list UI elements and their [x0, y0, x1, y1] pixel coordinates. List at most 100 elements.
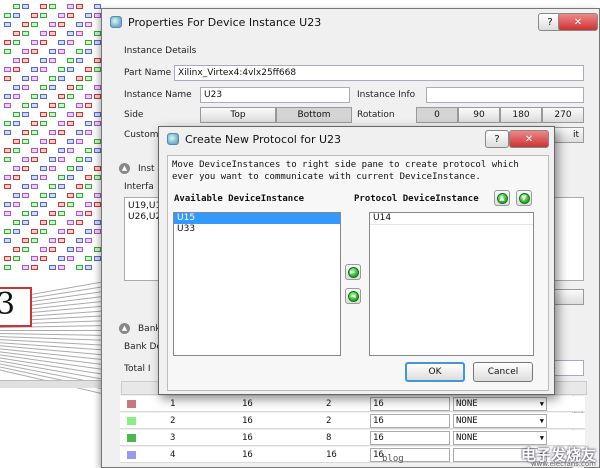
rotation-270-button[interactable]: 270: [542, 107, 584, 123]
side-top-button[interactable]: Top: [200, 107, 276, 123]
instance-info-label: Instance Info: [357, 90, 416, 100]
schematic-pin: [4, 22, 11, 27]
properties-titlebar[interactable]: Properties For Device Instance U23: [102, 9, 599, 35]
properties-title: Properties For Device Instance U23: [128, 15, 322, 29]
schematic-pin: [22, 211, 29, 216]
create-close-button[interactable]: ✕: [509, 130, 549, 148]
schematic-pin: [4, 238, 11, 243]
schematic-pin: [4, 13, 11, 18]
available-instance-list[interactable]: U15 U33: [173, 212, 341, 356]
bank-color-swatch[interactable]: [127, 434, 136, 442]
rotation-90-button[interactable]: 90: [458, 107, 500, 123]
instance-info-field[interactable]: [426, 87, 584, 103]
side-label: Side: [124, 110, 144, 120]
schematic-pin: [13, 13, 20, 18]
bank-table-row[interactable]: 3 16 8 16 NONE ▼: [120, 430, 585, 446]
schematic-pin: [13, 40, 20, 45]
schematic-canvas[interactable]: 3: [0, 0, 108, 468]
available-instance-item[interactable]: U15: [174, 213, 340, 224]
schematic-pin: [76, 112, 83, 117]
move-right-button[interactable]: ►: [345, 264, 361, 280]
schematic-pin: [94, 256, 101, 261]
arrow-up-icon: ▲: [496, 192, 508, 204]
bank-spin-field[interactable]: 16: [370, 397, 450, 411]
arrow-right-icon: ►: [347, 266, 359, 278]
schematic-pin: [58, 238, 65, 243]
schematic-pin: [49, 22, 56, 27]
bank-standard-combo[interactable]: NONE ▼: [453, 414, 547, 428]
rotation-180-button[interactable]: 180: [500, 107, 542, 123]
bank-table-row[interactable]: 4 16 16 16 ▼: [120, 447, 585, 463]
move-left-button[interactable]: ◄: [345, 288, 361, 304]
schematic-pin: [4, 229, 11, 234]
schematic-pin: [22, 220, 29, 225]
side-bottom-button[interactable]: Bottom: [276, 107, 352, 123]
schematic-pin: [49, 220, 56, 225]
schematic-pin: [13, 58, 20, 63]
schematic-pin: [58, 40, 65, 45]
ok-button[interactable]: OK: [405, 362, 465, 382]
bank-standard-combo[interactable]: NONE ▼: [453, 397, 547, 411]
schematic-pin: [94, 67, 101, 72]
schematic-pin: [31, 202, 38, 207]
protocol-instance-item[interactable]: U14: [370, 213, 533, 224]
protocol-instance-list[interactable]: U14: [369, 212, 534, 356]
schematic-pin: [67, 247, 74, 252]
move-up-button[interactable]: ▲: [494, 190, 510, 206]
bank-spin-field[interactable]: 16: [370, 414, 450, 428]
schematic-pin: [22, 157, 29, 162]
schematic-pin: [22, 4, 29, 9]
schematic-pin: [85, 211, 92, 216]
schematic-pin: [13, 166, 20, 171]
bank-table-row[interactable]: 1 16 2 16 NONE ▼: [120, 396, 585, 412]
bank-collapse-icon[interactable]: ▲: [119, 323, 130, 334]
interfaces-collapse-icon[interactable]: ▲: [119, 163, 130, 174]
schematic-pin: [22, 166, 29, 171]
bank-standard-combo[interactable]: NONE ▼: [453, 431, 547, 445]
bank-table-row[interactable]: 2 16 2 16 NONE ▼: [120, 413, 585, 429]
schematic-pin: [58, 49, 65, 54]
schematic-pin: [49, 58, 56, 63]
schematic-pin: [22, 22, 29, 27]
bank-color-swatch[interactable]: [127, 400, 136, 408]
available-instance-item[interactable]: U33: [174, 224, 340, 235]
properties-close-button[interactable]: ✕: [558, 13, 598, 31]
schematic-pin: [31, 40, 38, 45]
schematic-pin: [13, 67, 20, 72]
schematic-pin: [94, 13, 101, 18]
schematic-pin: [94, 139, 101, 144]
schematic-pin: [94, 202, 101, 207]
schematic-pin: [85, 94, 92, 99]
schematic-pin: [94, 175, 101, 180]
schematic-pin: [31, 211, 38, 216]
part-name-field[interactable]: Xilinx_Virtex4:4vlx25ff668: [174, 65, 584, 81]
schematic-wire: [0, 330, 108, 331]
schematic-pin: [4, 40, 11, 45]
schematic-pin: [4, 175, 11, 180]
schematic-pin: [67, 166, 74, 171]
schematic-pin: [76, 247, 83, 252]
schematic-pin: [49, 49, 56, 54]
create-help-button[interactable]: ?: [485, 130, 509, 148]
instance-name-field[interactable]: U23: [200, 87, 350, 103]
schematic-pin: [31, 130, 38, 135]
bank-color-swatch[interactable]: [127, 417, 136, 425]
bank-cell: 16: [242, 399, 253, 409]
schematic-pin: [76, 211, 83, 216]
schematic-pin: [94, 229, 101, 234]
schematic-pin: [40, 58, 47, 63]
schematic-pin: [13, 94, 20, 99]
schematic-pin: [4, 202, 11, 207]
schematic-scroll-strip: [0, 380, 108, 388]
arrow-down-icon: ▼: [518, 192, 530, 204]
schematic-pin: [40, 193, 47, 198]
bank-color-swatch[interactable]: [127, 451, 136, 459]
schematic-pin: [49, 76, 56, 81]
schematic-pin: [94, 220, 101, 225]
schematic-pin: [40, 67, 47, 72]
bank-spin-field[interactable]: 16: [370, 431, 450, 445]
cancel-button[interactable]: Cancel: [473, 362, 533, 382]
schematic-pin: [13, 202, 20, 207]
rotation-0-button[interactable]: 0: [416, 107, 458, 123]
move-down-button[interactable]: ▼: [516, 190, 532, 206]
